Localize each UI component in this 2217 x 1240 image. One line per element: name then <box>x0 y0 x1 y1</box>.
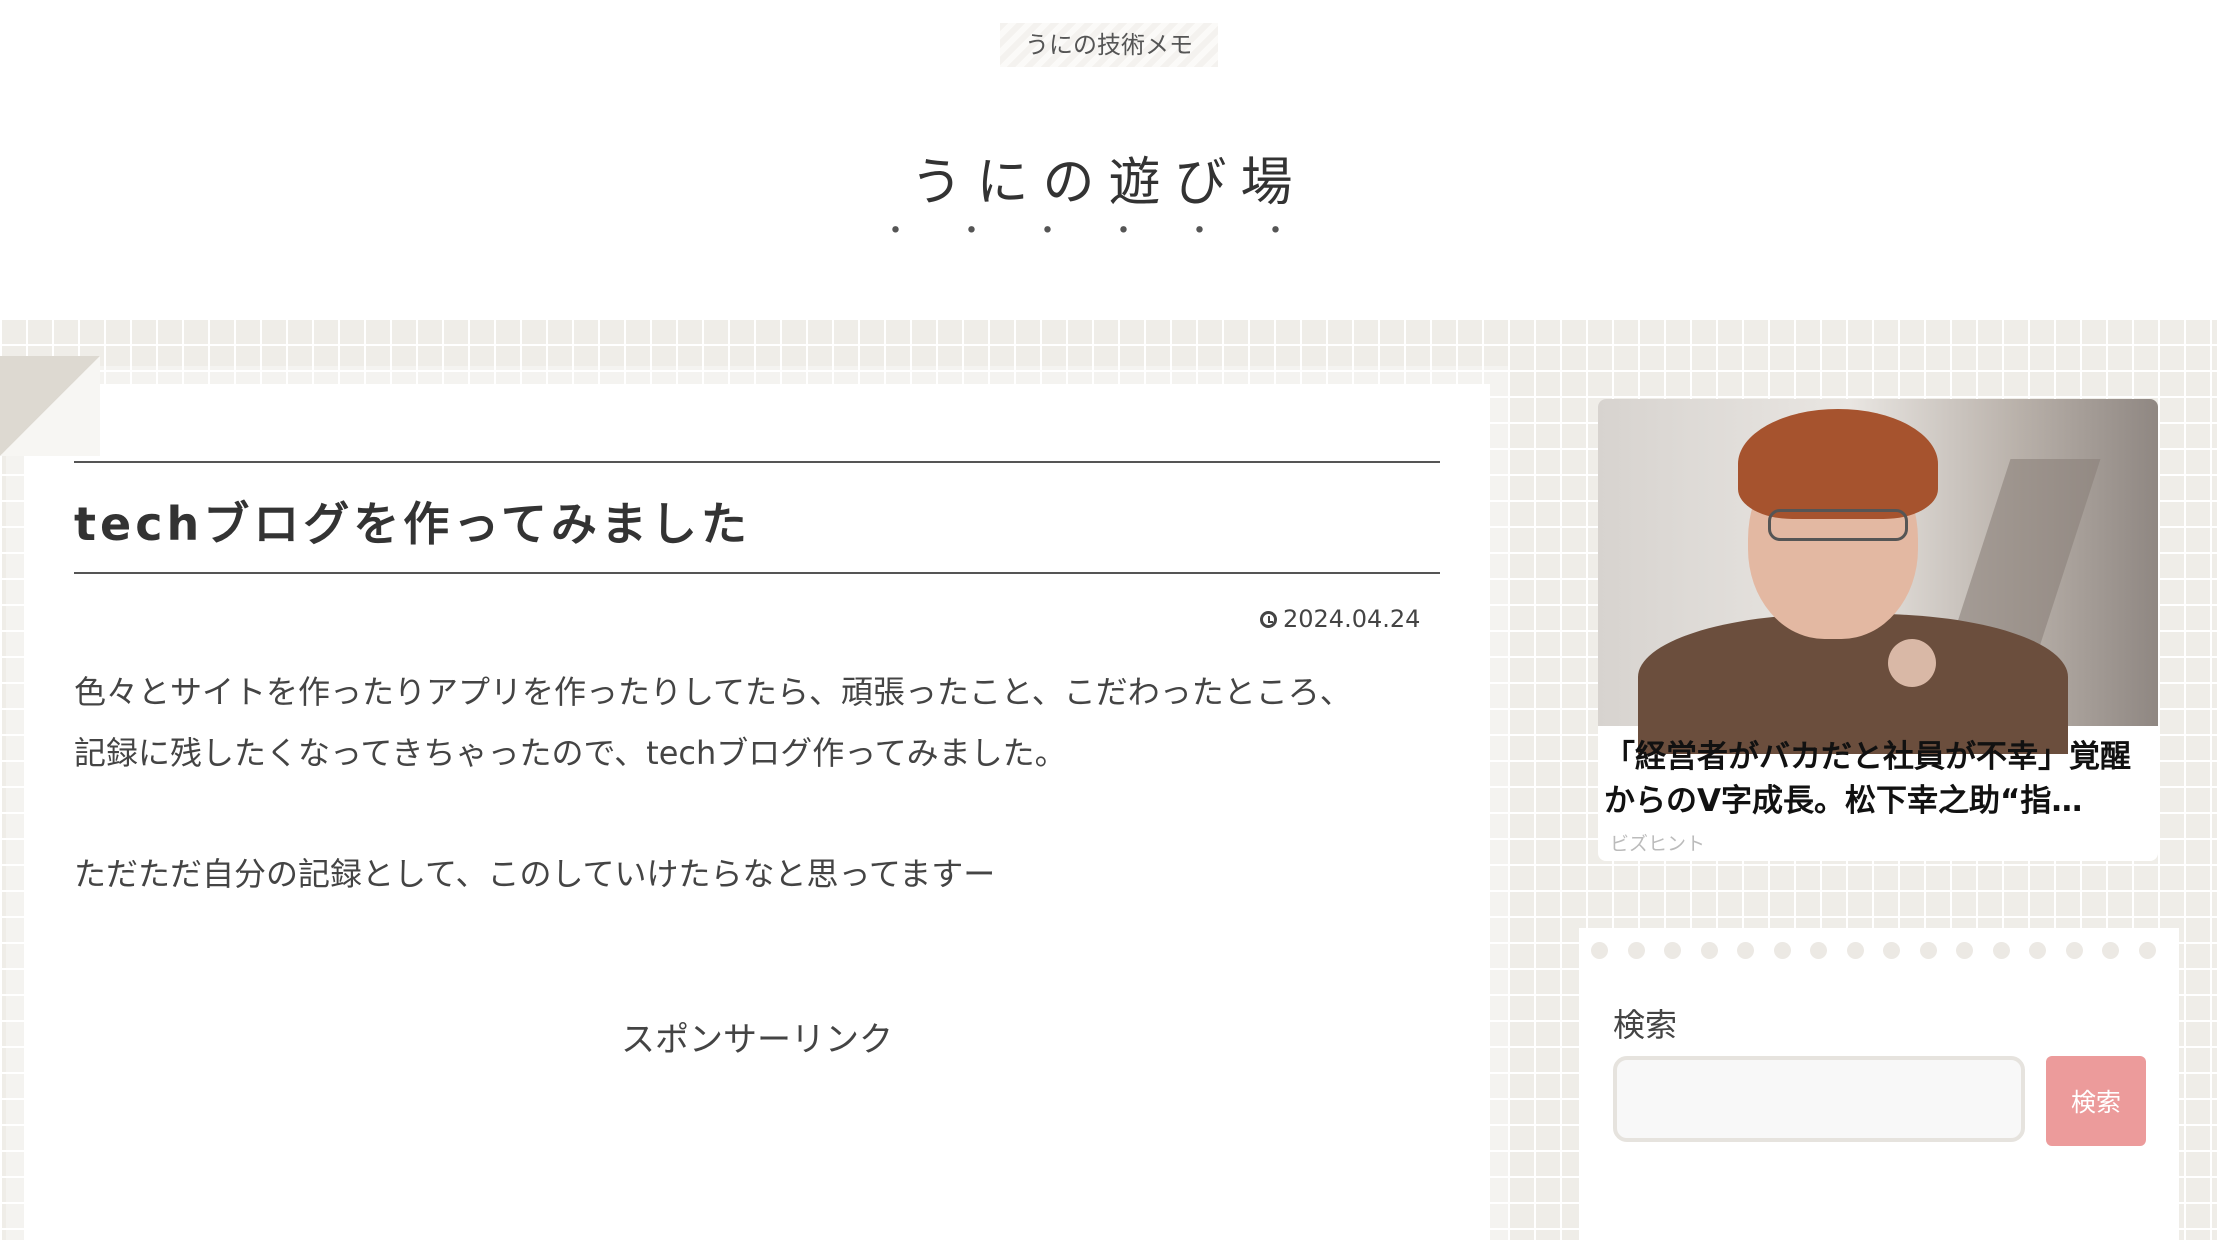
post-paragraph-1: 色々とサイトを作ったりアプリを作ったりしてたら、頑張ったこと、こだわったところ、 <box>74 673 1352 711</box>
page-corner-fold-shade <box>0 356 100 456</box>
post-date-text: 2024.04.24 <box>1283 605 1421 633</box>
sidebar-ad-card[interactable]: 「経営者がバカだと社員が不幸」覚醒からのV字成長。松下幸之助“指… ビズヒント <box>1598 399 2158 861</box>
search-button[interactable]: 検索 <box>2046 1056 2146 1146</box>
site-tagline: うにの技術メモ <box>1000 23 1218 67</box>
widget-dots-decoration <box>1591 942 2156 959</box>
site-title-link[interactable]: うにの遊び場 <box>0 140 2217 215</box>
title-rule-top <box>74 461 1440 463</box>
search-input[interactable] <box>1613 1056 2025 1142</box>
ad-source: ビズヒント <box>1610 833 1706 855</box>
post-date: 2024.04.24 <box>1260 605 1420 633</box>
post-paragraph-2: 記録に残したくなってきちゃったので、techブログ作ってみました。 <box>74 734 1067 772</box>
title-decoration-dots: ・・・・・・ <box>880 214 1337 249</box>
ad-headline[interactable]: 「経営者がバカだと社員が不幸」覚醒からのV字成長。松下幸之助“指… <box>1604 735 2152 823</box>
site-header: うにの技術メモ うにの遊び場 ・・・・・・ <box>0 0 2217 318</box>
clock-icon <box>1260 610 1277 628</box>
ad-photo[interactable] <box>1598 399 2158 754</box>
search-widget: 検索 検索 <box>1579 928 2179 1240</box>
post-title: techブログを作ってみました <box>74 497 751 551</box>
title-rule-bottom <box>74 572 1440 574</box>
ad-photo-person-hair <box>1738 409 1938 519</box>
search-widget-title: 検索 <box>1613 1006 1678 1044</box>
post-paragraph-3: ただただ自分の記録として、このしていけたらなと思ってますー <box>74 855 996 893</box>
ad-photo-glasses <box>1768 509 1908 541</box>
ad-photo-brooch <box>1888 639 1936 687</box>
sponsor-link-label: スポンサーリンク <box>621 1020 893 1060</box>
